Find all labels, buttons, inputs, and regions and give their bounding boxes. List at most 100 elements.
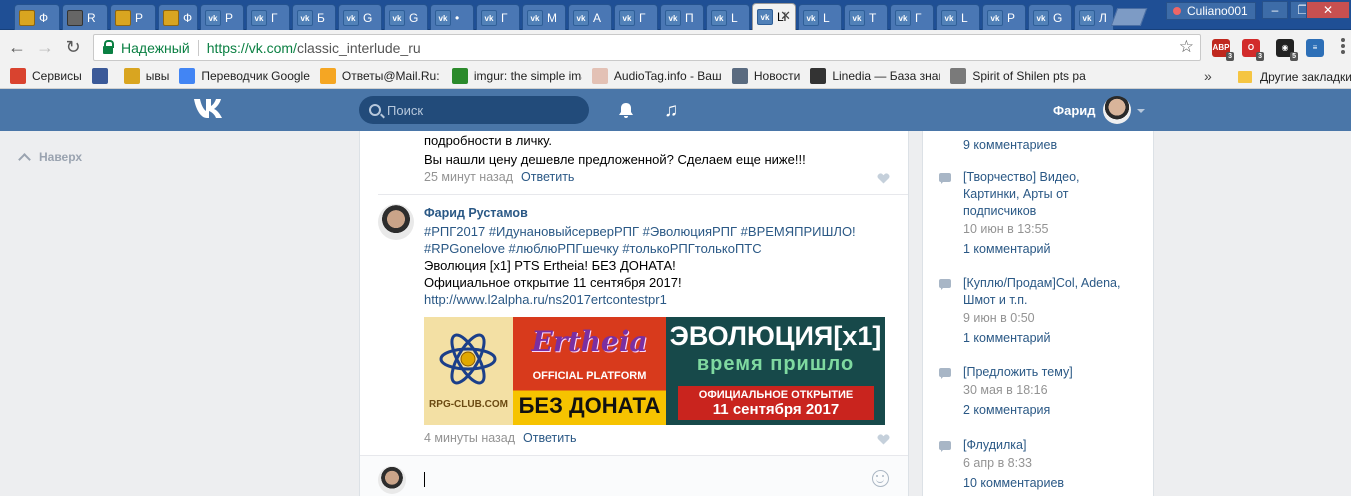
extension-glyph: ◉ — [1281, 43, 1289, 52]
discussion-title[interactable]: [Предложить тему] — [963, 364, 1138, 381]
bookmarks-overflow-icon[interactable]: » — [1204, 68, 1212, 84]
prev-post-text-line2: Вы нашли цену дешевле предложенной? Сдел… — [424, 152, 806, 167]
post-author-avatar[interactable] — [378, 204, 414, 240]
discussion-comment-count[interactable]: 9 комментариев — [963, 138, 1057, 152]
browser-tab[interactable]: Р — [110, 4, 156, 30]
banner-rpg-club-text: RPG-CLUB.COM — [429, 399, 508, 410]
browser-tab[interactable]: vk П — [660, 4, 704, 30]
header-user-name[interactable]: Фарид — [1053, 103, 1096, 118]
chevron-down-icon[interactable] — [1137, 109, 1145, 113]
post-reply-link[interactable]: Ответить — [523, 431, 576, 445]
tab-label: Р — [225, 10, 234, 25]
post-hashtags-line1[interactable]: #РПГ2017 #ИдунановыйсерверРПГ #ЭволюцияР… — [424, 223, 856, 240]
comment-composer[interactable] — [360, 455, 908, 496]
browser-tab[interactable]: vk А — [568, 4, 612, 30]
tab-label: L — [731, 10, 738, 25]
bookmark-item[interactable]: Spirit of Shilen pts pa — [950, 68, 1100, 84]
browser-tab[interactable]: vk Б — [292, 4, 336, 30]
browser-tab[interactable]: vk Р — [200, 4, 244, 30]
bookmark-label: imgur: the simple ima — [473, 69, 582, 83]
discussion-comment-count[interactable]: 2 комментария — [963, 403, 1050, 417]
browser-tab[interactable]: vk Г — [476, 4, 520, 30]
close-tab-icon[interactable]: ✕ — [780, 8, 791, 24]
notifications-bell-icon[interactable] — [618, 102, 634, 119]
reload-icon[interactable]: ↻ — [62, 37, 84, 59]
discussion-title[interactable]: [Творчество] Видео, Картинки, Арты от по… — [963, 169, 1138, 220]
image-icon — [67, 9, 83, 26]
browser-tab[interactable]: vk Г — [246, 4, 290, 30]
browser-tab[interactable]: vk G — [1028, 4, 1072, 30]
prev-post-time[interactable]: 25 минут назад — [424, 170, 513, 184]
browser-tab[interactable]: vk Li ✕ — [752, 3, 796, 30]
post-banner-image[interactable]: RPG-CLUB.COM Ertheia OFFICIAL PLATFORM Б… — [424, 317, 885, 425]
bookmark-item[interactable]: AudioTag.info - Ваш — [591, 68, 722, 84]
browser-tab[interactable]: vk G — [338, 4, 382, 30]
page-icon — [950, 68, 967, 84]
discussion-title[interactable]: [Флудилка] — [963, 437, 1138, 454]
discussion-comment-count[interactable]: 1 комментарий — [963, 331, 1050, 345]
ghost-ext-icon[interactable]: ◉ 5 — [1276, 39, 1298, 61]
close-window-button[interactable]: ✕ — [1306, 1, 1350, 19]
new-tab-button[interactable] — [1110, 8, 1148, 26]
discussion-comment-count[interactable]: 10 комментариев — [963, 476, 1064, 490]
opera-ext-icon[interactable]: O3 — [1242, 39, 1264, 61]
bookmark-item[interactable]: ывы — [123, 68, 169, 84]
browser-tab[interactable]: vk L — [706, 4, 750, 30]
vk-icon: vk — [987, 9, 1003, 26]
bookmark-item[interactable] — [91, 68, 114, 84]
post-hashtags-line2[interactable]: #RPGonelove #люблюРПГшечку #толькоРПГтол… — [424, 240, 762, 257]
browser-tab[interactable]: R — [62, 4, 108, 30]
prev-post-reply-link[interactable]: Ответить — [521, 170, 574, 184]
discussion-comment-count[interactable]: 1 комментарий — [963, 242, 1050, 256]
browser-tab[interactable]: vk Р — [982, 4, 1026, 30]
tab-label: L — [823, 10, 830, 25]
music-note-icon[interactable]: ♫ — [664, 100, 678, 122]
vk-search-input[interactable] — [387, 102, 577, 118]
browser-menu-icon[interactable] — [1341, 38, 1345, 56]
browser-toolbar: ← → ↻ Надежный https://vk.com/classic_in… — [0, 30, 1351, 64]
browser-tab[interactable]: vk L — [798, 4, 842, 30]
browser-tab[interactable]: vk Г — [890, 4, 934, 30]
browser-tab[interactable]: vk L — [936, 4, 980, 30]
profile-button[interactable]: Culiano001 — [1166, 2, 1256, 20]
bookmark-item[interactable]: imgur: the simple ima — [451, 68, 582, 84]
minimize-button[interactable]: – — [1262, 1, 1288, 19]
post-time[interactable]: 4 минуты назад — [424, 431, 515, 445]
address-bar[interactable]: Надежный https://vk.com/classic_interlud… — [93, 34, 1201, 61]
heart-icon[interactable] — [877, 434, 890, 445]
browser-tab[interactable]: vk • — [430, 4, 474, 30]
browser-tab[interactable]: vk Г — [614, 4, 658, 30]
vk-ext-icon[interactable]: ≡ — [1306, 39, 1324, 57]
bookmark-item[interactable]: Новости — [731, 68, 800, 84]
vk-icon: vk — [803, 9, 819, 26]
browser-tab-strip: Ф R Р Фvk Рvk Гvk Бvk Gvk Gvk • vk Гvk Мvk Аvk Гvk Пvk L… — [0, 0, 1351, 30]
vk-search-field[interactable] — [359, 96, 589, 124]
vk-logo-icon[interactable] — [193, 97, 229, 121]
browser-tab[interactable]: vk М — [522, 4, 566, 30]
browser-tab[interactable]: vk Л — [1074, 4, 1114, 30]
banner-ertheia-logo: Ertheia — [531, 325, 648, 358]
other-bookmarks[interactable]: Другие закладки — [1238, 64, 1351, 89]
shield-icon — [115, 9, 131, 26]
browser-tab[interactable]: vk Т — [844, 4, 888, 30]
adblock-icon[interactable]: ABP 3 — [1212, 39, 1234, 61]
header-avatar[interactable] — [1103, 96, 1131, 124]
browser-tab[interactable]: Ф — [158, 4, 198, 30]
browser-tab[interactable]: Ф — [14, 4, 60, 30]
bookmark-item[interactable]: Linedia — База знани — [810, 68, 940, 84]
forward-arrow-icon[interactable]: → — [34, 37, 56, 59]
bookmark-item[interactable]: Ответы@Mail.Ru: Tur — [319, 68, 442, 84]
bookmark-item[interactable]: Сервисы — [10, 68, 82, 84]
back-to-top-button[interactable]: Наверх — [18, 150, 82, 166]
bookmark-item[interactable]: Переводчик Google — [179, 68, 310, 84]
post-external-link[interactable]: http://www.l2alpha.ru/ns2017ertcontestpr… — [424, 291, 667, 308]
wall-feed: подробности в личку. Вы нашли цену дешев… — [359, 131, 909, 496]
heart-icon[interactable] — [877, 173, 890, 184]
browser-tab[interactable]: vk G — [384, 4, 428, 30]
emoji-smile-icon[interactable] — [872, 470, 889, 487]
post-author-name[interactable]: Фарид Рустамов — [424, 206, 528, 220]
bookmark-star-icon[interactable]: ☆ — [1179, 37, 1194, 57]
tab-label: Р — [1007, 10, 1016, 25]
back-arrow-icon[interactable]: ← — [6, 37, 28, 59]
discussion-title[interactable]: [Куплю/Продам]Col, Adena, Шмот и т.п. — [963, 275, 1138, 309]
